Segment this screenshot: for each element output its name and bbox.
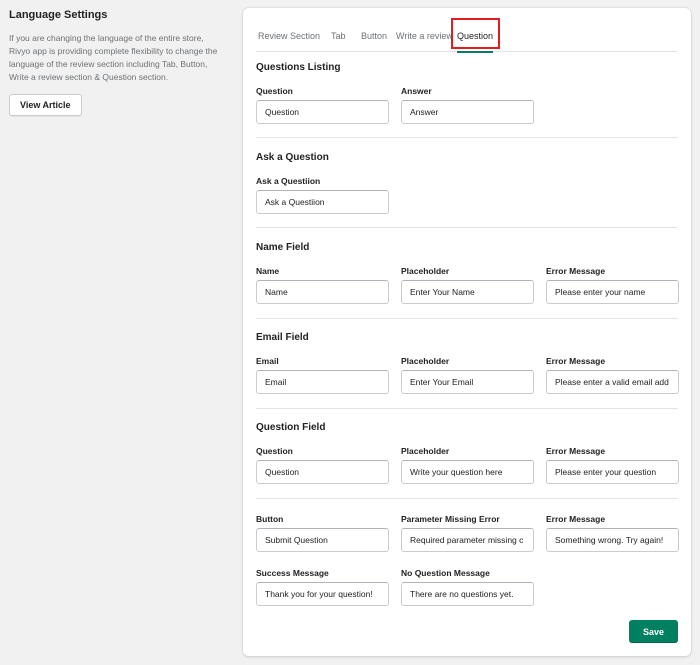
email-placeholder-label: Placeholder <box>401 356 450 366</box>
answer-input[interactable] <box>401 100 534 124</box>
name-field: Name <box>256 265 389 304</box>
ask-question-label: Ask a Questiion <box>256 176 321 186</box>
name-placeholder-field: Placeholder <box>401 265 534 304</box>
active-tab-highlight <box>451 18 500 49</box>
no-question-message-input[interactable] <box>401 582 534 606</box>
success-message-field: Success Message <box>256 567 389 606</box>
sidebar: Language Settings If you are changing th… <box>9 9 224 116</box>
settings-card: Review Section Tab Button Write a review… <box>243 8 691 656</box>
parameter-missing-error-field: Parameter Missing Error <box>401 513 534 552</box>
divider <box>256 408 678 409</box>
email-label: Email <box>256 356 279 366</box>
question-field-label: Question <box>256 446 293 456</box>
page-title: Language Settings <box>9 9 108 21</box>
question-field: Question <box>256 445 389 484</box>
button-text-field: Button <box>256 513 389 552</box>
divider <box>256 227 678 228</box>
sidebar-description: If you are changing the language of the … <box>9 33 218 82</box>
section-title-name-field: Name Field <box>256 242 310 253</box>
section-title-question-field: Question Field <box>256 422 326 433</box>
question-listing-field: Question <box>256 85 389 124</box>
name-error-input[interactable] <box>546 280 679 304</box>
tab-tab[interactable]: Tab <box>331 28 346 52</box>
no-question-message-label: No Question Message <box>401 568 490 578</box>
success-message-input[interactable] <box>256 582 389 606</box>
success-message-label: Success Message <box>256 568 329 578</box>
question-placeholder-field: Placeholder <box>401 445 534 484</box>
question-error-input[interactable] <box>546 460 679 484</box>
email-field: Email <box>256 355 389 394</box>
name-placeholder-input[interactable] <box>401 280 534 304</box>
generic-error-field: Error Message <box>546 513 679 552</box>
question-label: Question <box>256 86 293 96</box>
question-field-input[interactable] <box>256 460 389 484</box>
answer-label: Answer <box>401 86 432 96</box>
email-error-input[interactable] <box>546 370 679 394</box>
save-button[interactable]: Save <box>629 620 678 643</box>
button-text-label: Button <box>256 514 284 524</box>
answer-field: Answer <box>401 85 534 124</box>
section-title-ask-a-question: Ask a Question <box>256 152 329 163</box>
email-input[interactable] <box>256 370 389 394</box>
name-input[interactable] <box>256 280 389 304</box>
name-error-label: Error Message <box>546 266 606 276</box>
parameter-missing-error-input[interactable] <box>401 528 534 552</box>
generic-error-label: Error Message <box>546 514 606 524</box>
divider <box>256 498 678 499</box>
question-input[interactable] <box>256 100 389 124</box>
generic-error-input[interactable] <box>546 528 679 552</box>
email-error-label: Error Message <box>546 356 606 366</box>
name-label: Name <box>256 266 280 276</box>
view-article-button[interactable]: View Article <box>9 94 82 116</box>
divider <box>256 137 678 138</box>
email-placeholder-field: Placeholder <box>401 355 534 394</box>
tab-write-a-review[interactable]: Write a review <box>396 28 453 52</box>
tab-button[interactable]: Button <box>361 28 387 52</box>
divider <box>256 318 678 319</box>
tab-review-section[interactable]: Review Section <box>258 28 320 52</box>
ask-question-field: Ask a Questiion <box>256 175 389 214</box>
parameter-missing-error-label: Parameter Missing Error <box>401 514 500 524</box>
question-placeholder-label: Placeholder <box>401 446 450 456</box>
name-placeholder-label: Placeholder <box>401 266 450 276</box>
ask-question-input[interactable] <box>256 190 389 214</box>
section-title-questions-listing: Questions Listing <box>256 62 341 73</box>
no-question-message-field: No Question Message <box>401 567 534 606</box>
section-title-email-field: Email Field <box>256 332 309 343</box>
email-placeholder-input[interactable] <box>401 370 534 394</box>
question-error-field: Error Message <box>546 445 679 484</box>
question-placeholder-input[interactable] <box>401 460 534 484</box>
question-error-label: Error Message <box>546 446 606 456</box>
button-text-input[interactable] <box>256 528 389 552</box>
email-error-field: Error Message <box>546 355 679 394</box>
name-error-field: Error Message <box>546 265 679 304</box>
